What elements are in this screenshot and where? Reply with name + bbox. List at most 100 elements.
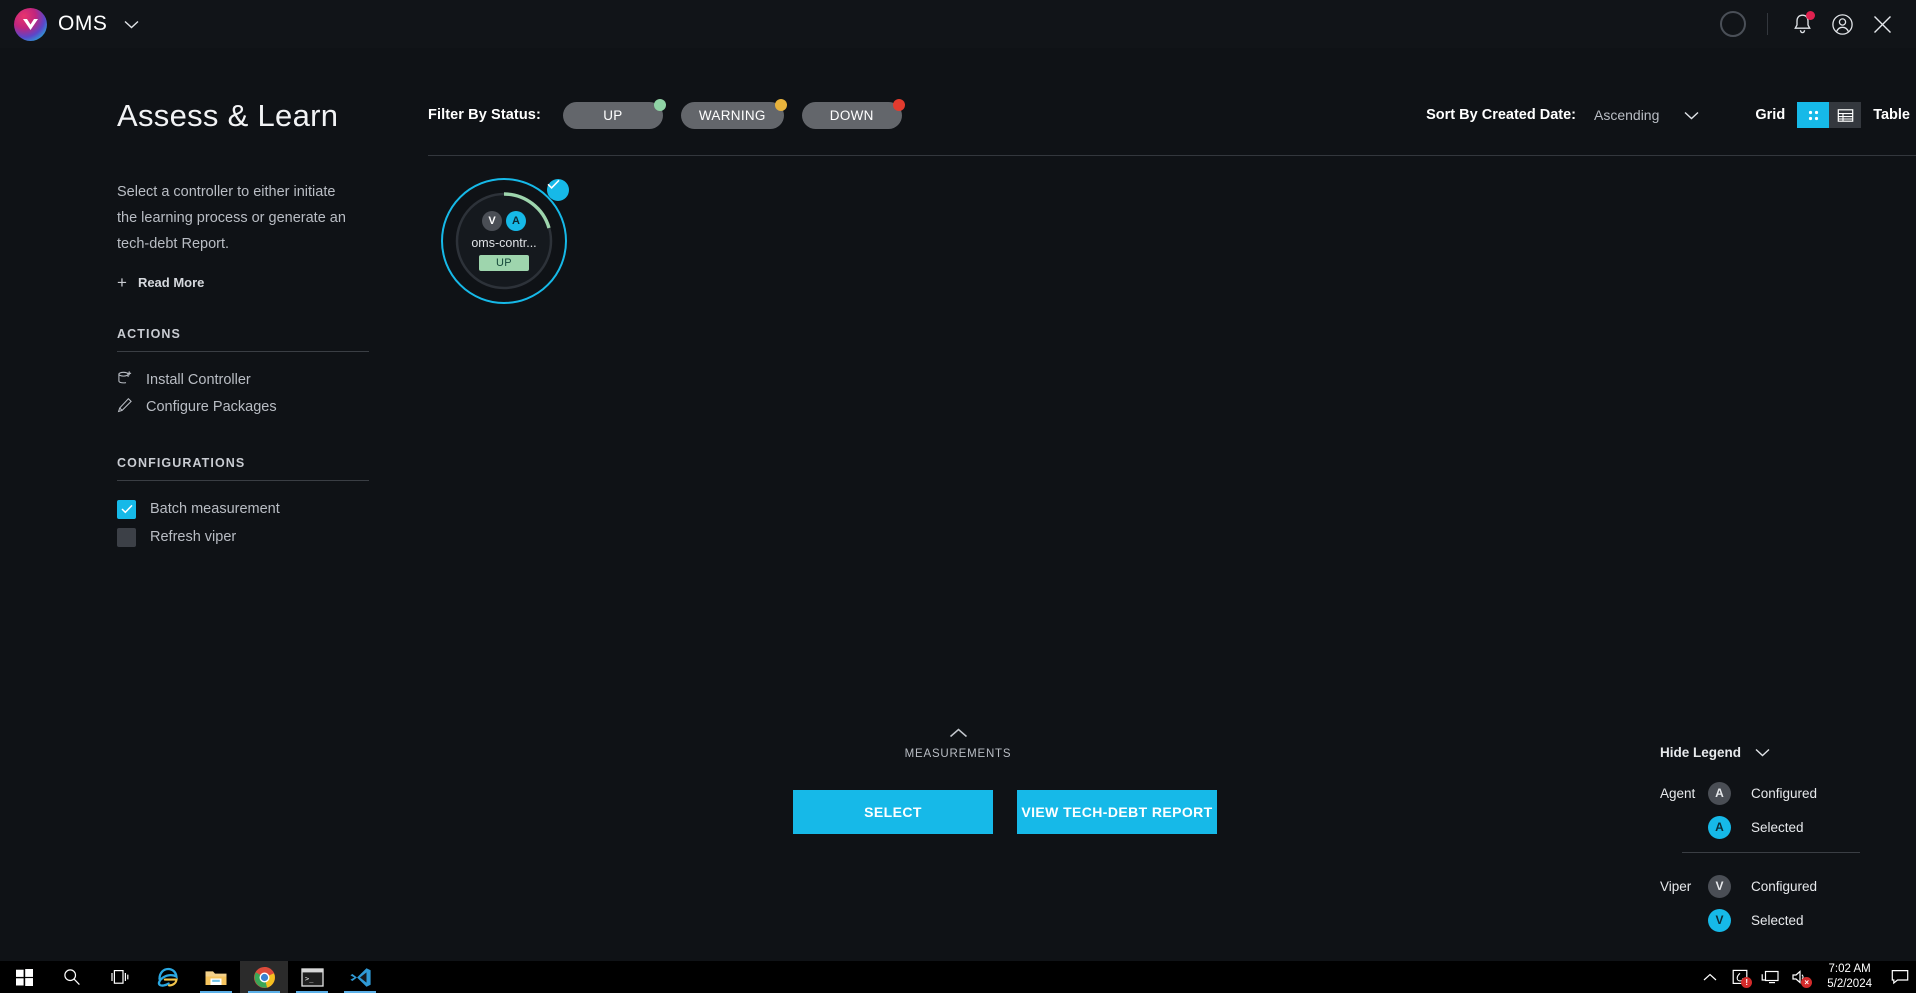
page-title: Assess & Learn [117,98,339,133]
node-selected-check-icon[interactable] [547,179,569,201]
legend-group-label: Agent [1660,785,1696,801]
chevron-down-icon[interactable] [1684,111,1699,120]
plus-icon: + [117,273,127,292]
divider [428,155,1916,156]
action-label: Configure Packages [146,398,277,415]
grid-view-button[interactable] [1797,102,1830,128]
select-button[interactable]: SELECT [793,790,993,834]
sort-label: Sort By Created Date: [1426,107,1576,123]
progress-ring-icon[interactable] [1713,4,1753,44]
file-explorer-icon[interactable] [192,961,240,993]
sort-control: Sort By Created Date: Ascending [1426,107,1699,123]
install-container-icon [117,370,133,390]
node-name: oms-contr... [471,236,537,250]
chevron-up-icon [949,725,968,743]
filter-pill-label: UP [603,107,623,123]
view-tech-debt-report-button[interactable]: VIEW TECH-DEBT REPORT [1017,790,1217,834]
chevron-down-icon[interactable] [1755,745,1770,760]
filter-pill-down[interactable]: DOWN [801,98,905,129]
windows-taskbar: >_ ! × 7:02 AM 5/2/2024 [0,961,1916,993]
measurements-panel-toggle[interactable]: MEASUREMENTS [0,725,1916,760]
legend-row: A Selected [1660,810,1860,844]
filter-by-status-label: Filter By Status: [428,107,541,123]
read-more-button[interactable]: + Read More [117,274,428,291]
filter-pill-warning[interactable]: WARNING [680,98,787,129]
divider [117,480,369,481]
table-view-button[interactable] [1829,102,1862,128]
checkbox-checked-icon[interactable] [117,499,136,519]
error-badge: ! [1741,977,1753,988]
volume-muted-icon[interactable]: × [1785,961,1815,993]
top-bar-actions [1713,4,1902,44]
actions-list: Install Controller Configure Packages [117,366,428,420]
top-bar: OMS [0,0,1916,48]
page-description: Select a controller to either initiate t… [117,184,346,252]
brand-name: OMS [58,12,108,35]
filter-bar: Filter By Status: UP WARNING DOWN Sort B… [428,88,1916,142]
legend-badge-agent-configured: A [1708,781,1731,805]
sort-value[interactable]: Ascending [1594,107,1659,123]
action-buttons: SELECT VIEW TECH-DEBT REPORT [793,790,1217,834]
controller-node-card[interactable]: V A oms-contr... UP [439,176,569,306]
measurements-label: MEASUREMENTS [904,748,1012,760]
terminal-icon[interactable]: >_ [288,961,336,993]
notification-badge [1806,11,1815,20]
sidebar: Assess & Learn Select a controller to ei… [0,48,428,961]
svg-text:>_: >_ [305,975,314,983]
action-install-controller[interactable]: Install Controller [117,366,428,393]
action-center-icon[interactable] [1884,961,1916,993]
clock-time: 7:02 AM [1828,963,1871,975]
node-badge-viper[interactable]: V [482,211,502,231]
divider [117,351,369,352]
status-filter-group: UP WARNING DOWN [562,98,905,129]
controller-grid: V A oms-contr... UP [428,170,1916,306]
show-hidden-icons-icon[interactable] [1695,961,1725,993]
internet-explorer-icon[interactable] [144,961,192,993]
legend-row: Viper V Configured [1660,869,1860,903]
start-icon[interactable] [0,961,48,993]
action-label: Install Controller [146,371,251,388]
configurations-list: Batch measurement Refresh viper [117,495,428,551]
vscode-icon[interactable] [336,961,384,993]
divider [1682,852,1860,853]
config-batch-measurement[interactable]: Batch measurement [117,495,428,523]
clock[interactable]: 7:02 AM 5/2/2024 [1815,961,1884,993]
brand[interactable]: OMS [14,7,139,41]
status-dot-warning [774,98,787,111]
clock-date: 5/2/2024 [1827,978,1872,990]
legend-row: Agent A Configured [1660,776,1860,810]
search-icon[interactable] [48,961,96,993]
grid-view-label: Grid [1755,107,1786,123]
divider [1767,13,1768,35]
app-logo-icon [14,7,47,41]
system-tray: ! × 7:02 AM 5/2/2024 [1695,961,1916,993]
read-more-label: Read More [137,275,205,290]
filter-pill-label: WARNING [698,107,766,123]
node-status-badge: UP [478,255,530,271]
action-configure-packages[interactable]: Configure Packages [117,393,428,420]
legend-row: V Selected [1660,903,1860,937]
config-label: Batch measurement [150,501,280,517]
legend-state-label: Selected [1751,912,1804,928]
bell-icon[interactable] [1782,4,1822,44]
pencil-icon [117,397,133,417]
config-label: Refresh viper [150,529,237,545]
chrome-icon[interactable] [240,961,288,993]
security-alert-icon[interactable]: ! [1725,961,1755,993]
network-icon[interactable] [1755,961,1785,993]
hide-legend-toggle[interactable]: Hide Legend [1660,745,1860,760]
legend-state-label: Configured [1751,878,1818,894]
legend-state-label: Selected [1751,819,1804,835]
legend-panel: Hide Legend Agent A Configured A Selecte… [1660,745,1860,937]
config-refresh-viper[interactable]: Refresh viper [117,523,428,551]
checkbox-unchecked-icon[interactable] [117,527,136,547]
chevron-down-icon[interactable] [124,20,139,29]
node-badge-agent[interactable]: A [506,211,526,231]
task-view-icon[interactable] [96,961,144,993]
legend-badge-viper-configured: V [1708,874,1731,898]
legend-group-agent: Agent A Configured A Selected [1660,776,1860,844]
close-icon[interactable] [1862,4,1902,44]
filter-pill-up[interactable]: UP [562,98,666,129]
account-icon[interactable] [1822,4,1862,44]
table-view-label: Table [1873,107,1910,123]
